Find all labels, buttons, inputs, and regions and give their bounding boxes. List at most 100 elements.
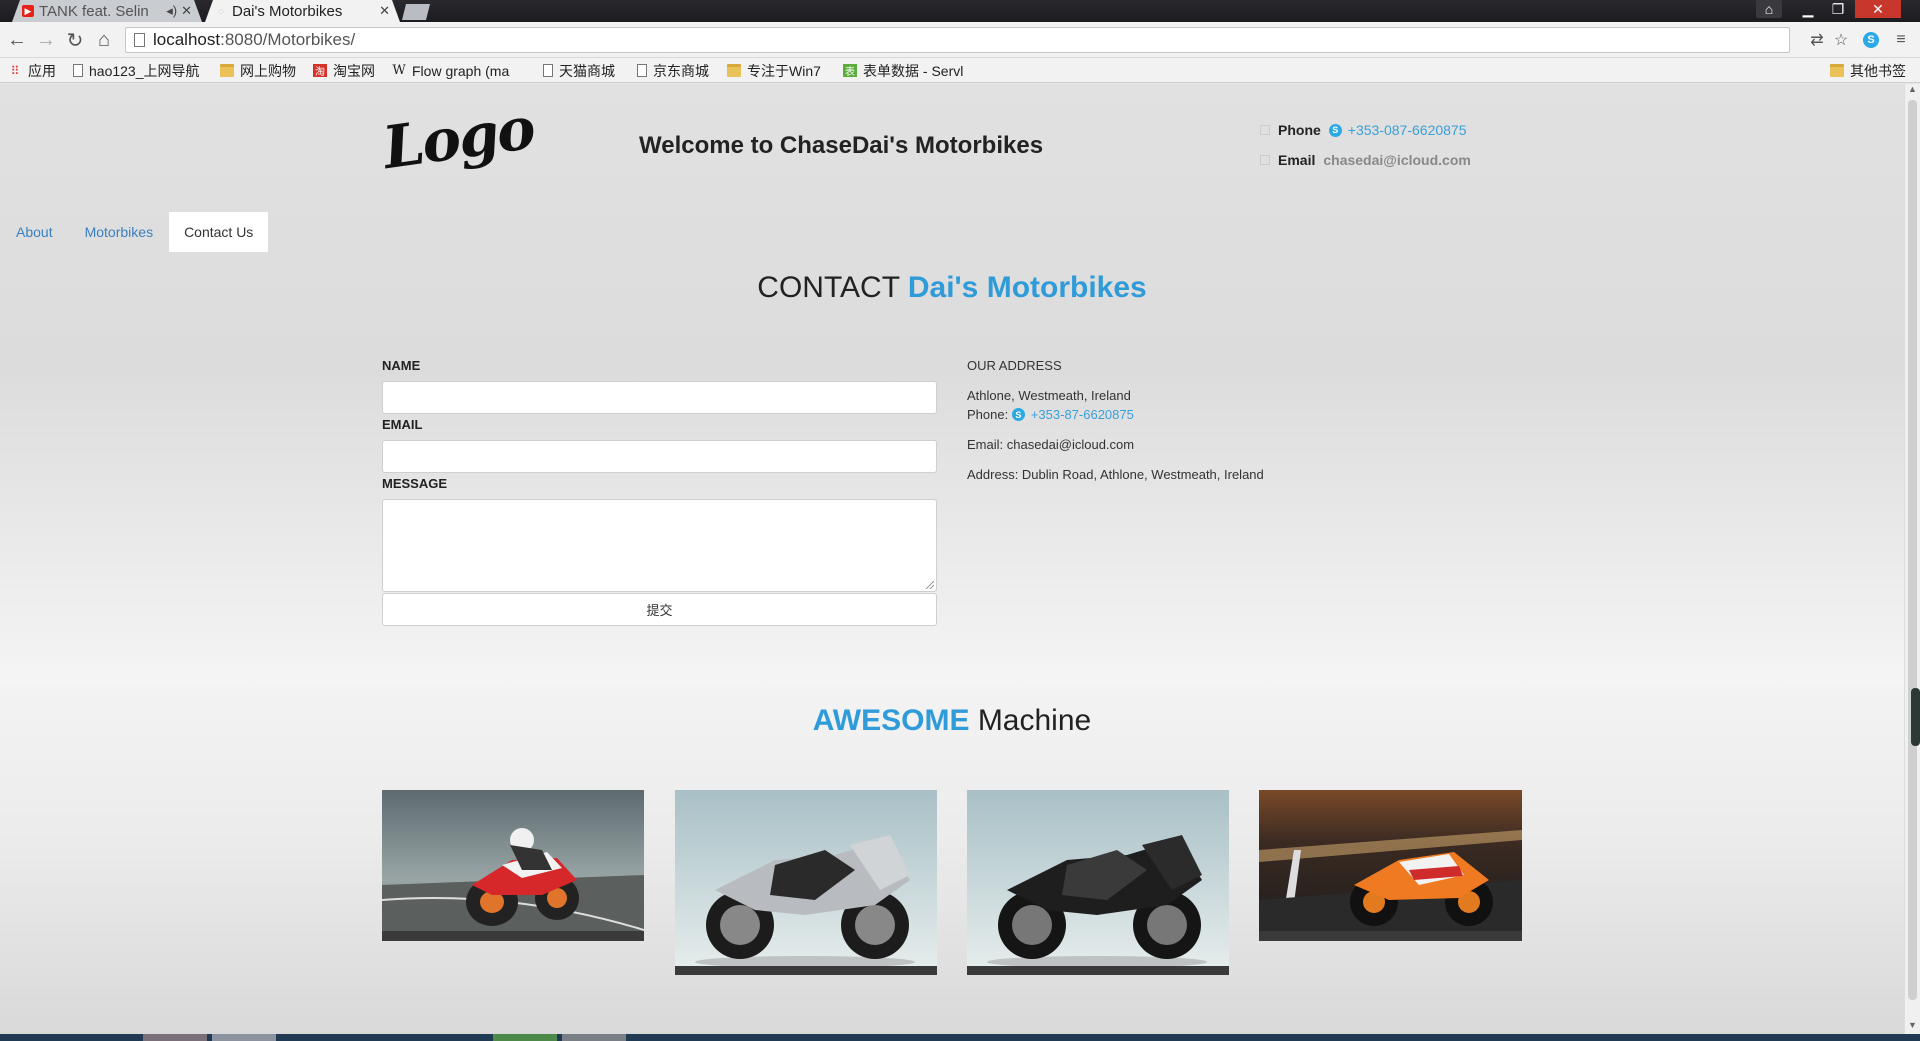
gallery-heading: AWESOME Machine [0,704,1904,738]
motorbike-image-1[interactable] [382,790,644,941]
taskbar-item[interactable] [143,1034,207,1041]
site-title: Welcome to ChaseDai's Motorbikes [639,132,1044,159]
back-icon[interactable]: ← [6,29,28,51]
email-icon [1260,155,1270,165]
bookmark-label: 应用 [28,62,56,79]
name-label: NAME [382,358,421,373]
close-tab-icon[interactable]: ✕ [181,3,192,19]
address-phone: Phone: S +353-87-6620875 [967,407,1134,422]
email-field-label: EMAIL [382,417,423,432]
scroll-down-icon[interactable]: ▼ [1905,1020,1920,1034]
audio-icon: ◂) [166,3,178,18]
resize-grip-icon[interactable] [926,581,934,589]
bookmark-label: 京东商城 [653,62,709,79]
nav-contact-us[interactable]: Contact Us [169,212,269,252]
address-email: Email: chasedai@icloud.com [967,437,1135,452]
bookmark-win7[interactable]: 专注于Win7 [727,61,821,80]
message-label: MESSAGE [382,476,448,491]
bookmark-label: 专注于Win7 [747,62,821,79]
forward-icon[interactable]: → [35,29,57,51]
tab-title: Dai's Motorbikes [232,2,343,20]
os-taskbar [0,1034,1920,1041]
browser-toolbar: ← → ↻ ⌂ localhost:8080/Motorbikes/ ⇄ ☆ S… [0,22,1920,58]
taobao-icon: 淘 [313,64,327,78]
scrollbar-thumb[interactable] [1908,100,1917,1000]
maximize-icon[interactable]: ❐ [1825,0,1851,18]
bookmark-form-data[interactable]: 表 表单数据 - Servl [843,61,981,80]
bookmarks-bar: ⠿ 应用 hao123_上网导航 网上购物 淘 淘宝网 W Flow graph… [0,58,1920,83]
header-email: Email chasedai@icloud.com [1260,152,1471,168]
site-logo[interactable]: Logo [379,94,538,182]
email-label: Email [1278,152,1316,168]
bookmark-other[interactable]: 其他书签 [1830,61,1906,80]
close-tab-icon[interactable]: ✕ [379,3,390,19]
web-page: Logo Welcome to ChaseDai's Motorbikes Ph… [0,84,1904,1034]
bookmark-label: 网上购物 [240,62,296,79]
bookmark-label: Flow graph (ma [412,62,510,79]
taskbar-item[interactable] [562,1034,626,1041]
minimize-icon[interactable]: ▁ [1795,0,1821,18]
main-nav: About Motorbikes Contact Us [0,212,269,252]
wikipedia-icon: W [392,63,406,78]
motorbike-image-3[interactable] [967,790,1229,975]
bookmark-shopping[interactable]: 网上购物 [220,61,296,80]
home-icon[interactable]: ⌂ [93,29,115,51]
browser-tab-active[interactable]: ◌ Dai's Motorbikes ✕ [205,0,400,22]
message-textarea[interactable] [382,499,937,592]
phone-icon [1260,125,1270,135]
doc-icon [543,64,553,77]
motorbike-image-2[interactable] [675,790,937,975]
bookmark-label: 淘宝网 [333,62,375,79]
phone-label: Phone [1278,122,1321,138]
browser-tab-youtube[interactable]: ▶ TANK feat. Selin ◂) ✕ [12,0,202,22]
new-tab-button[interactable] [402,4,430,20]
bookmark-label: 其他书签 [1850,62,1906,79]
tab-title: TANK feat. Selin [39,2,149,20]
bookmark-star-icon[interactable]: ☆ [1832,31,1850,49]
scroll-up-icon[interactable]: ▲ [1905,84,1920,98]
user-profile-icon[interactable]: ⌂ [1756,0,1782,18]
bookmark-tmall[interactable]: 天猫商城 [543,61,615,80]
bookmark-apps[interactable]: ⠿ 应用 [8,61,56,80]
translate-icon[interactable]: ⇄ [1808,31,1826,49]
address-phone-prefix: Phone: [967,407,1009,422]
taskbar-item[interactable] [493,1034,557,1041]
doc-icon [637,64,647,77]
header-phone: Phone S +353-087-6620875 [1260,122,1467,138]
side-handle [1911,688,1920,746]
folder-icon [727,64,741,77]
vertical-scrollbar[interactable]: ▲ ▼ [1904,84,1920,1034]
folder-icon [1830,64,1844,77]
address-heading: OUR ADDRESS [967,358,1062,373]
taskbar-item[interactable] [212,1034,276,1041]
form-icon: 表 [843,64,857,78]
contact-heading-accent: Dai's Motorbikes [907,271,1147,304]
loading-icon: ◌ [218,6,224,16]
reload-icon[interactable]: ↻ [64,29,86,52]
submit-button[interactable]: 提交 [382,593,937,626]
phone-link[interactable]: +353-087-6620875 [1348,122,1467,138]
bookmark-label: 表单数据 - Servl [863,62,964,79]
address-bar[interactable]: localhost:8080/Motorbikes/ [125,27,1790,53]
nav-about[interactable]: About [0,212,69,252]
email-input[interactable] [382,440,937,473]
contact-heading: CONTACT Dai's Motorbikes [0,271,1904,305]
gallery-heading-accent: AWESOME [812,704,970,737]
menu-icon[interactable]: ≡ [1892,31,1910,49]
apps-icon: ⠿ [10,63,20,78]
bookmark-taobao[interactable]: 淘 淘宝网 [313,61,375,80]
motorbike-image-4[interactable] [1259,790,1522,941]
contact-heading-plain: CONTACT [757,271,900,304]
nav-motorbikes[interactable]: Motorbikes [69,212,169,252]
youtube-icon: ▶ [22,5,34,17]
close-window-icon[interactable]: ✕ [1855,0,1901,18]
email-value[interactable]: chasedai@icloud.com [1323,152,1470,168]
name-input[interactable] [382,381,937,414]
skype-icon: S [1328,123,1342,137]
bookmark-flow-graph[interactable]: W Flow graph (ma [392,61,530,80]
address-phone-link[interactable]: +353-87-6620875 [1031,407,1134,422]
page-icon [134,33,145,47]
skype-extension-icon[interactable]: S [1862,31,1880,49]
bookmark-hao123[interactable]: hao123_上网导航 [73,61,205,80]
bookmark-jd[interactable]: 京东商城 [637,61,709,80]
